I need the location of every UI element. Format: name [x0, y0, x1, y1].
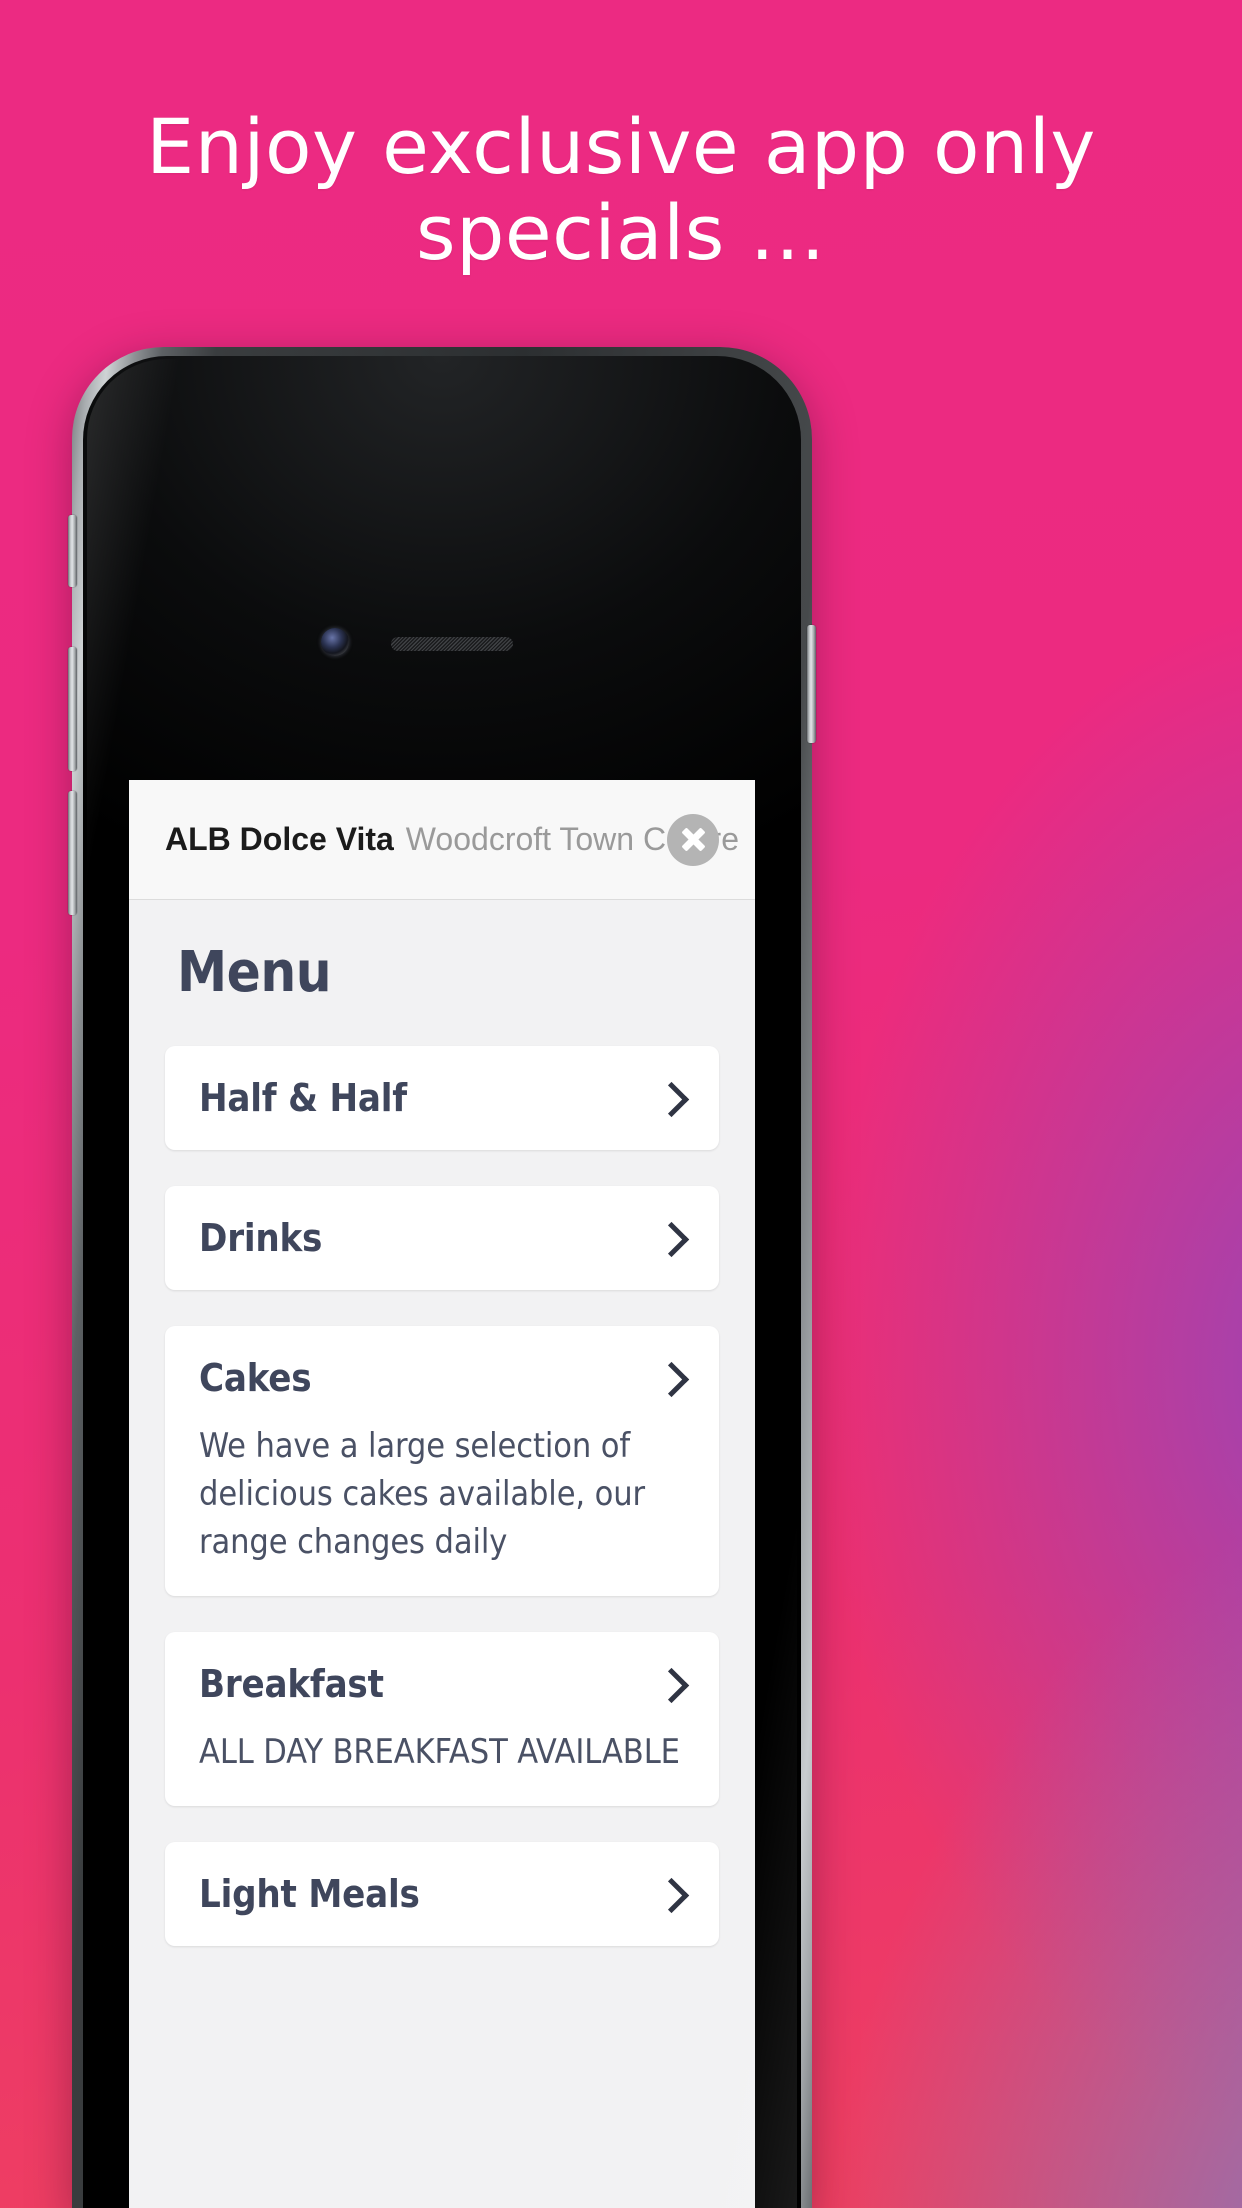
- power-button[interactable]: [807, 625, 816, 743]
- menu-category-drinks[interactable]: Drinks: [165, 1186, 719, 1290]
- chevron-right-icon: [657, 1360, 679, 1396]
- menu-category-breakfast[interactable]: Breakfast ALL DAY BREAKFAST AVAILABLE: [165, 1632, 719, 1806]
- chevron-right-icon: [657, 1666, 679, 1702]
- card-top: Half & Half: [199, 1076, 685, 1120]
- menu-category-title: Light Meals: [199, 1872, 420, 1916]
- close-icon[interactable]: [667, 813, 719, 866]
- volume-down-button[interactable]: [68, 791, 77, 915]
- phone-mockup: ALB Dolce Vita Woodcroft Town Centre Men…: [68, 347, 816, 2208]
- menu-category-description: We have a large selection of delicious c…: [199, 1426, 646, 1562]
- card-top: Cakes: [199, 1356, 685, 1400]
- chevron-right-icon: [657, 1876, 679, 1912]
- app-header: ALB Dolce Vita Woodcroft Town Centre: [129, 780, 755, 900]
- chevron-right-icon: [657, 1080, 679, 1116]
- menu-category-title: Drinks: [199, 1216, 323, 1260]
- card-top: Light Meals: [199, 1872, 685, 1916]
- page-title: Menu: [177, 940, 332, 1005]
- volume-up-button[interactable]: [68, 647, 77, 771]
- mute-switch[interactable]: [68, 515, 77, 587]
- menu-category-title: Half & Half: [199, 1076, 407, 1120]
- menu-body: Menu Half & Half Drinks Cakes We have a …: [129, 900, 755, 2208]
- phone-bezel: ALB Dolce Vita Woodcroft Town Centre Men…: [83, 356, 801, 2208]
- card-top: Drinks: [199, 1216, 685, 1260]
- speaker-grille-icon: [391, 637, 513, 651]
- promo-headline: Enjoy exclusive app only specials …: [146, 102, 1096, 277]
- card-top: Breakfast: [199, 1662, 685, 1706]
- menu-category-cakes[interactable]: Cakes We have a large selection of delic…: [165, 1326, 719, 1596]
- chevron-right-icon: [657, 1220, 679, 1256]
- menu-category-light-meals[interactable]: Light Meals: [165, 1842, 719, 1946]
- menu-category-half-and-half[interactable]: Half & Half: [165, 1046, 719, 1150]
- menu-category-title: Breakfast: [199, 1662, 384, 1706]
- camera-icon: [321, 628, 349, 656]
- phone-screen: ALB Dolce Vita Woodcroft Town Centre Men…: [129, 780, 755, 2208]
- venue-name: ALB Dolce Vita: [165, 821, 394, 857]
- header-titles: ALB Dolce Vita Woodcroft Town Centre: [165, 821, 739, 858]
- menu-category-description: ALL DAY BREAKFAST AVAILABLE: [199, 1732, 680, 1772]
- menu-category-title: Cakes: [199, 1356, 312, 1400]
